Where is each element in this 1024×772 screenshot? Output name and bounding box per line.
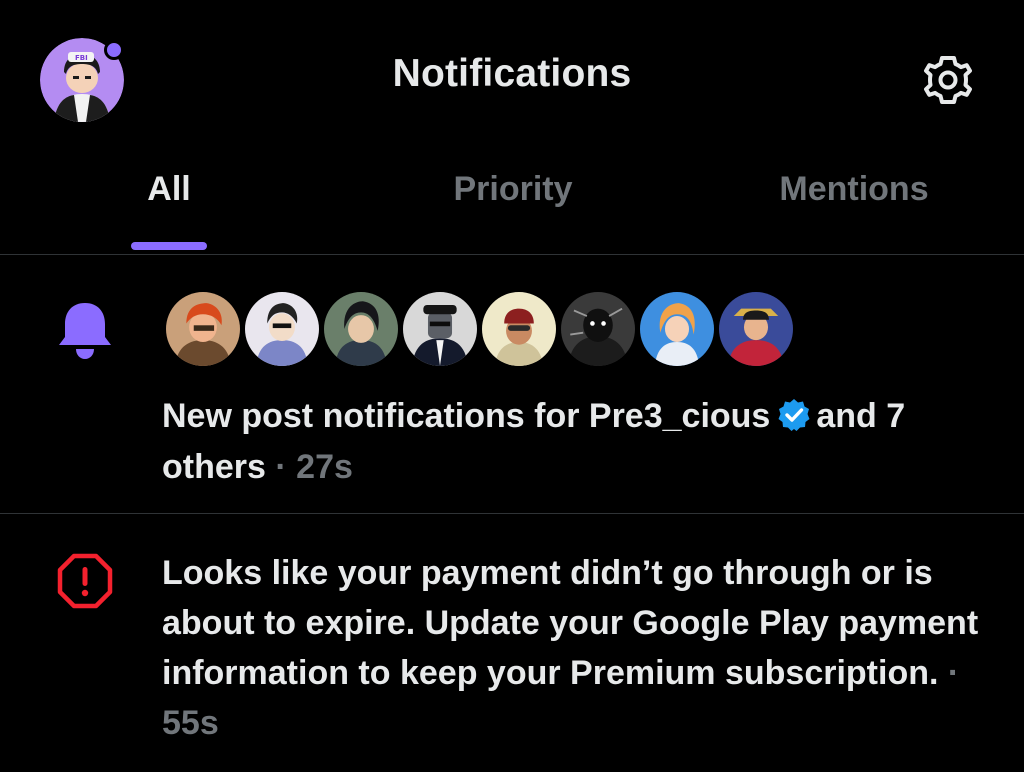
verified-badge-icon bbox=[778, 399, 810, 431]
notification-body: Looks like your payment didn’t go throug… bbox=[162, 554, 979, 692]
notification-tabs: All Priority Mentions bbox=[0, 150, 1024, 255]
notification-lead: New post notifications for Pre3_cious bbox=[162, 397, 771, 435]
notification-text: Looks like your payment didn’t go throug… bbox=[162, 548, 992, 748]
avatar bbox=[716, 289, 796, 369]
tab-mentions[interactable]: Mentions bbox=[748, 170, 960, 209]
page-title: Notifications bbox=[392, 52, 632, 95]
avatar bbox=[242, 289, 322, 369]
tab-priority[interactable]: Priority bbox=[420, 170, 606, 209]
avatar bbox=[163, 289, 243, 369]
avatar bbox=[558, 289, 638, 369]
notification-text: New post notifications for Pre3_cious an… bbox=[162, 391, 1002, 493]
avatar bbox=[400, 289, 480, 369]
timestamp-separator: · bbox=[275, 448, 287, 486]
gear-icon[interactable] bbox=[918, 50, 978, 110]
bell-icon bbox=[59, 303, 111, 359]
timestamp-separator: · bbox=[947, 654, 960, 692]
avatar bbox=[321, 289, 401, 369]
avatar bbox=[479, 289, 559, 369]
alert-octagon-icon bbox=[57, 553, 113, 609]
notification-payment-warning[interactable]: Looks like your payment didn’t go throug… bbox=[0, 514, 1024, 772]
top-bar: FBI Notifications bbox=[0, 0, 1024, 150]
timestamp: 55s bbox=[162, 704, 219, 742]
tab-all[interactable]: All bbox=[132, 170, 206, 209]
timestamp: 27s bbox=[296, 448, 353, 486]
notification-new-posts[interactable]: New post notifications for Pre3_cious an… bbox=[0, 255, 1024, 514]
active-tab-indicator bbox=[131, 242, 207, 250]
avatar bbox=[637, 289, 717, 369]
